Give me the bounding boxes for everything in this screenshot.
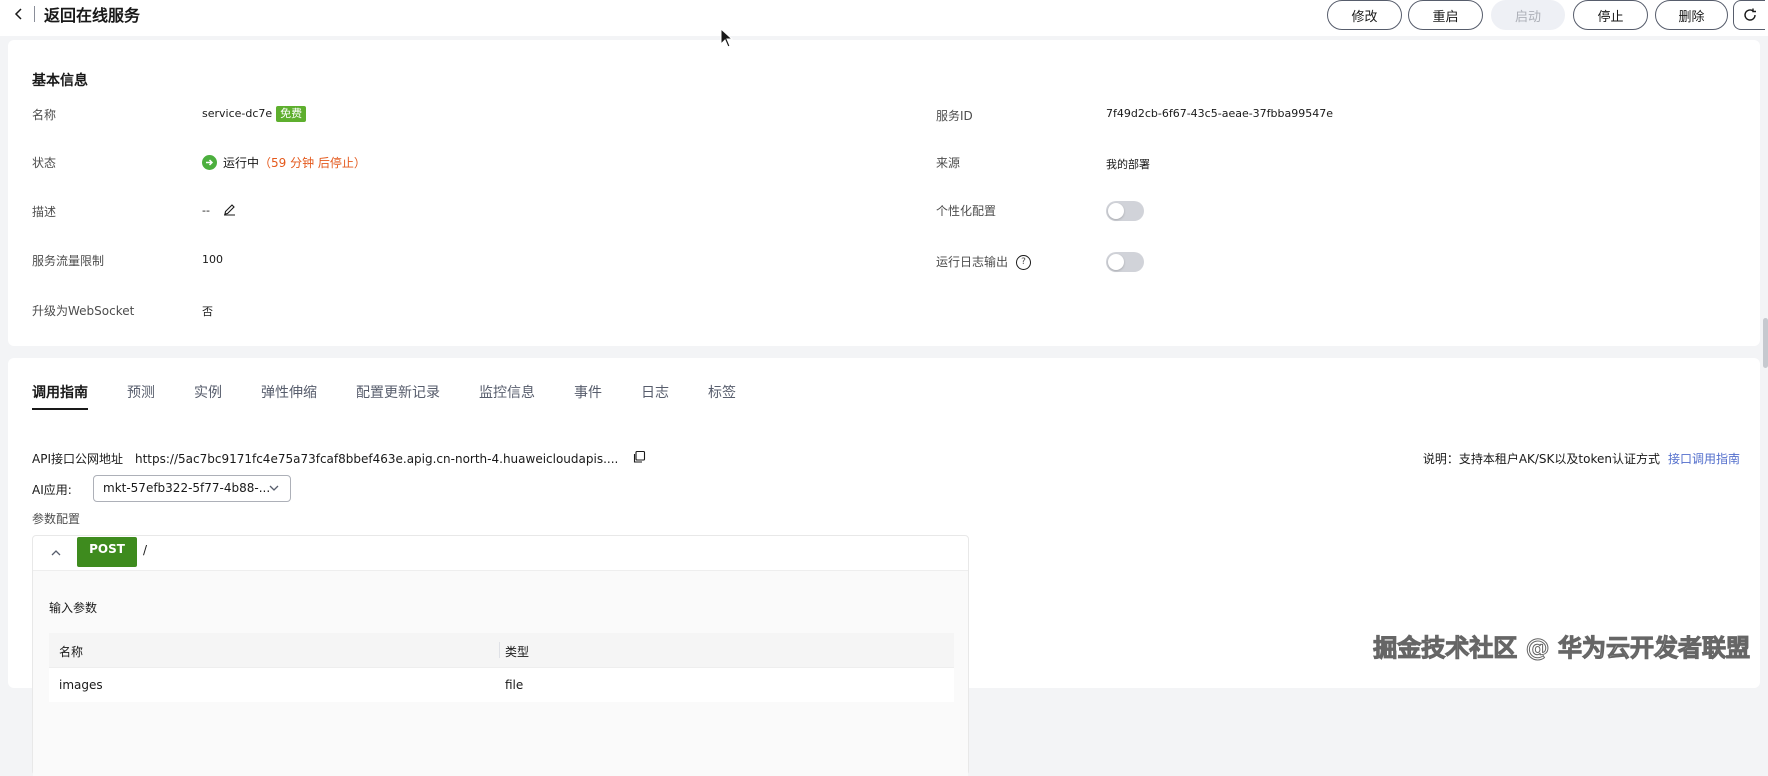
table-header: 名称 类型	[49, 633, 954, 667]
mouse-cursor-icon	[720, 28, 734, 48]
websocket-value: 否	[202, 305, 213, 318]
modify-button[interactable]: 修改	[1327, 0, 1402, 30]
free-tag: 免费	[276, 106, 307, 122]
source-value: 我的部署	[1106, 158, 1150, 171]
status-value: 运行中	[223, 156, 260, 170]
back-link[interactable]: 返回在线服务	[14, 2, 140, 26]
column-name-header: 名称	[59, 645, 84, 659]
traffic-limit-label: 服务流量限制	[32, 254, 105, 268]
method-badge: POST	[77, 537, 137, 567]
invoke-guide-link[interactable]: 接口调用指南	[1668, 452, 1740, 466]
traffic-limit-value: 100	[202, 253, 223, 266]
auth-note-text: 说明：支持本租户AK/SK以及token认证方式	[1422, 452, 1660, 466]
refresh-button[interactable]	[1733, 0, 1765, 30]
edit-icon[interactable]	[223, 203, 236, 219]
api-address-label: API接口公网地址	[32, 452, 123, 466]
help-icon[interactable]: ?	[1016, 255, 1032, 270]
back-title[interactable]: 返回在线服务	[44, 2, 140, 26]
tab-logs[interactable]: 日志	[641, 382, 669, 412]
websocket-label: 升级为WebSocket	[32, 304, 135, 318]
tab-tags[interactable]: 标签	[708, 382, 736, 412]
back-divider	[34, 6, 35, 22]
copy-icon[interactable]	[632, 450, 646, 467]
log-output-label: 运行日志输出	[936, 255, 1009, 269]
chevron-left-icon	[14, 8, 22, 20]
endpoint-header[interactable]: POST /	[33, 536, 968, 571]
tab-config-history[interactable]: 配置更新记录	[356, 382, 440, 412]
basic-info-title: 基本信息	[32, 73, 88, 89]
description-value: --	[202, 204, 210, 217]
api-endpoint-panel: POST / 输入参数 名称 类型 images file	[32, 535, 969, 776]
start-button[interactable]: 启动	[1491, 0, 1565, 30]
chevron-down-icon	[269, 485, 279, 491]
service-name: service-dc7e	[202, 107, 273, 120]
tab-invoke-guide[interactable]: 调用指南	[32, 382, 88, 412]
delete-button[interactable]: 删除	[1655, 0, 1728, 30]
ai-app-value: mkt-57efb322-5f77-4b88-...	[103, 481, 271, 495]
api-address-row: API接口公网地址 https://5ac7bc9171fc4e75a73fca…	[32, 450, 646, 467]
tab-autoscaling[interactable]: 弹性伸缩	[261, 382, 317, 412]
stop-button[interactable]: 停止	[1573, 0, 1648, 30]
restart-button[interactable]: 重启	[1408, 0, 1483, 30]
name-label: 名称	[32, 108, 57, 122]
personalized-label: 个性化配置	[936, 204, 997, 218]
status-countdown: （59 分钟 后停止）	[259, 156, 366, 170]
description-label: 描述	[32, 205, 57, 219]
column-type-header: 类型	[505, 645, 530, 659]
refresh-icon	[1743, 8, 1756, 21]
input-params-table: 名称 类型 images file	[49, 633, 954, 702]
param-config-label: 参数配置	[32, 512, 81, 526]
tab-events[interactable]: 事件	[574, 382, 602, 412]
auth-note: 说明：支持本租户AK/SK以及token认证方式 接口调用指南	[1423, 450, 1740, 467]
name-value-row: service-dc7e 免费	[202, 106, 307, 122]
watermark-text: 掘金技术社区 @ 华为云开发者联盟	[1373, 634, 1751, 663]
input-params-title: 输入参数	[49, 601, 98, 615]
param-name: images	[59, 678, 103, 692]
status-value-row: 运行中（59 分钟 后停止）	[202, 154, 366, 171]
tab-instances[interactable]: 实例	[194, 382, 222, 412]
api-url: https://5ac7bc9171fc4e75a73fcaf8bbef463e…	[135, 451, 619, 466]
tab-monitoring[interactable]: 监控信息	[479, 382, 535, 412]
basic-info-card: 基本信息 名称 service-dc7e 免费 状态 运行中（59 分钟 后停止）…	[8, 40, 1760, 346]
status-label: 状态	[32, 156, 57, 170]
ai-app-label: AI应用:	[32, 483, 72, 497]
column-divider	[499, 642, 500, 658]
chevron-up-icon[interactable]	[50, 547, 62, 559]
service-id-label: 服务ID	[936, 109, 973, 123]
endpoint-body: 输入参数 名称 类型 images file	[33, 571, 968, 776]
log-output-label-row: 运行日志输出?	[936, 253, 1032, 270]
page-scrollbar[interactable]	[1763, 318, 1768, 368]
description-value-row: --	[202, 203, 236, 219]
service-id-value: 7f49d2cb-6f67-43c5-aeae-37fbba99547e	[1106, 107, 1334, 120]
tab-predict[interactable]: 预测	[127, 382, 155, 412]
log-output-toggle[interactable]	[1106, 252, 1144, 272]
tab-bar: 调用指南 预测 实例 弹性伸缩 配置更新记录 监控信息 事件 日志 标签	[32, 382, 775, 412]
param-type: file	[505, 678, 524, 692]
personalized-toggle[interactable]	[1106, 201, 1144, 221]
endpoint-path: /	[143, 543, 148, 557]
top-bar: 返回在线服务 修改 重启 启动 停止 删除	[0, 0, 1768, 36]
ai-app-select[interactable]: mkt-57efb322-5f77-4b88-...	[93, 475, 291, 502]
running-icon	[202, 155, 217, 170]
table-row: images file	[49, 667, 954, 702]
source-label: 来源	[936, 156, 961, 170]
